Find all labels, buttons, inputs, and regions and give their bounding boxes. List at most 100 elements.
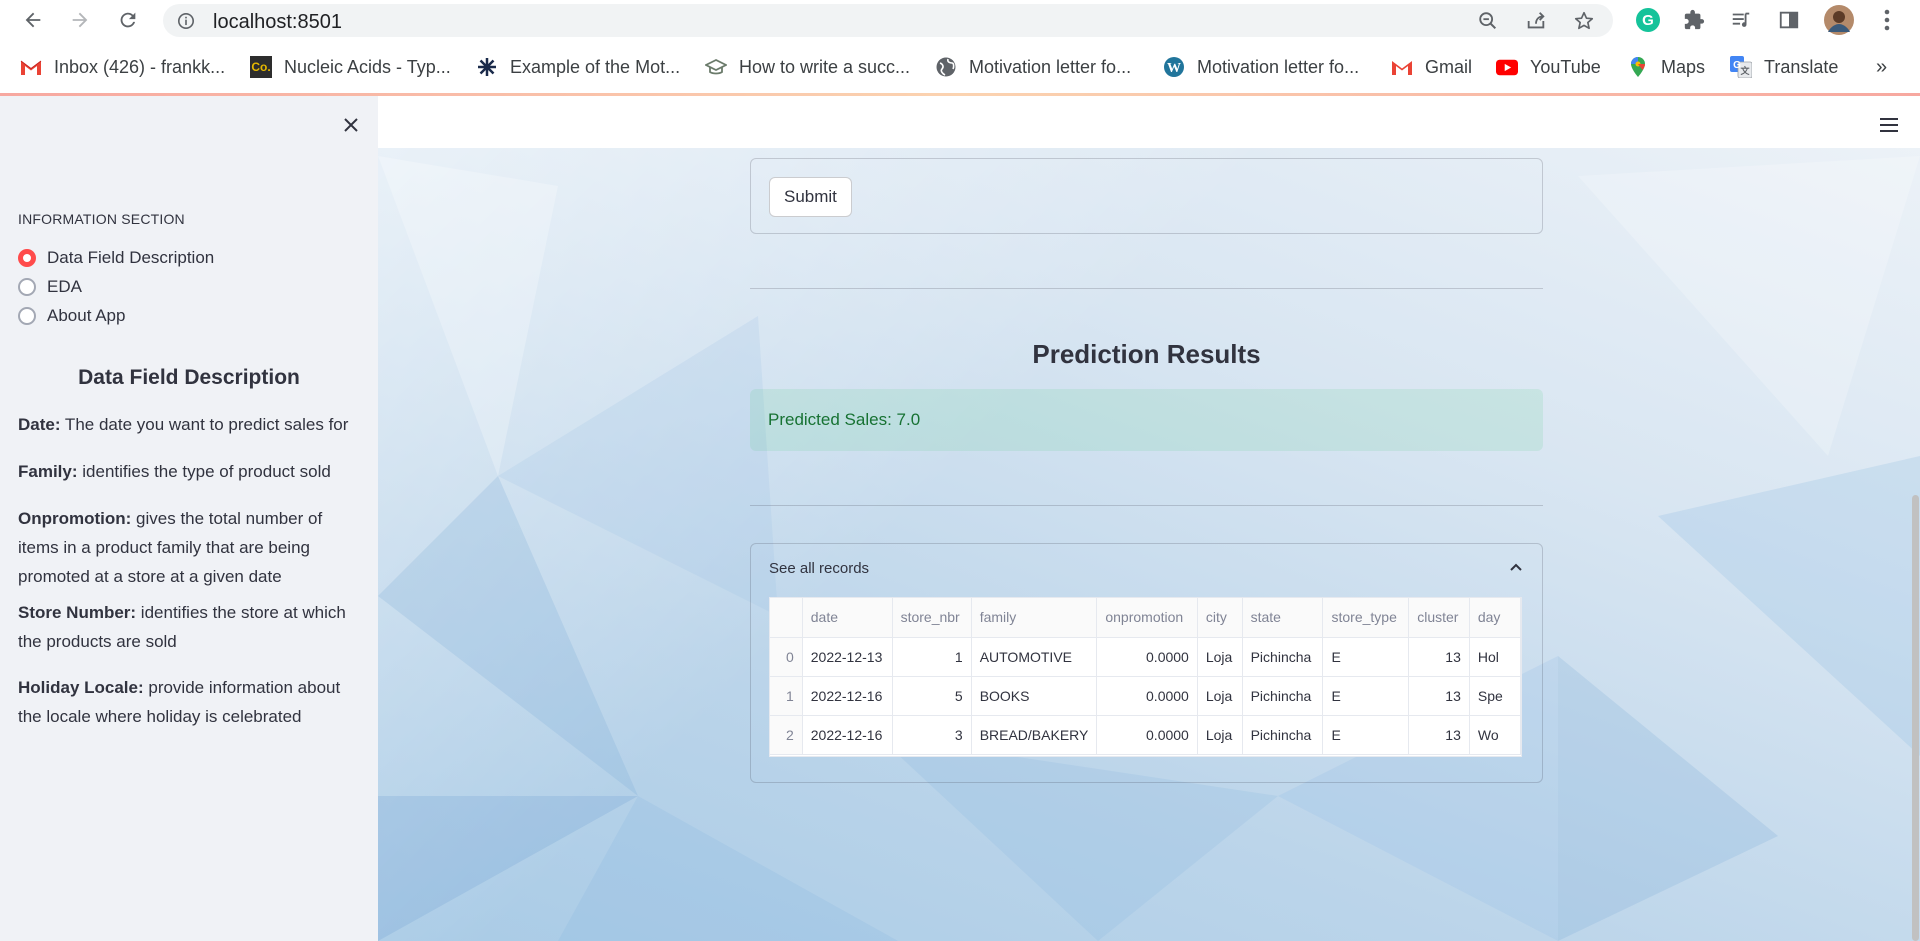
bookmark-motivation-letter-1[interactable]: Motivation letter fo... — [935, 53, 1131, 81]
column-header-onpromotion[interactable]: onpromotion — [1096, 598, 1198, 638]
table-cell[interactable]: Wo — [1469, 715, 1521, 755]
svg-text:G: G — [1642, 12, 1654, 29]
profile-avatar[interactable] — [1823, 4, 1855, 36]
table-cell[interactable]: 0.0000 — [1096, 715, 1198, 755]
address-bar[interactable]: localhost:8501 — [163, 4, 1613, 37]
table-cell[interactable]: BREAD/BAKERY — [971, 715, 1098, 755]
menu-kebab-icon[interactable] — [1874, 7, 1900, 33]
table-cell[interactable]: 2022-12-16 — [802, 676, 893, 716]
bookmark-how-to-write[interactable]: How to write a succ... — [705, 53, 910, 81]
expander-title[interactable]: See all records — [769, 560, 869, 577]
zoom-icon[interactable] — [1477, 10, 1499, 32]
table-cell[interactable]: 13 — [1408, 637, 1470, 677]
co-icon: Co. — [250, 56, 272, 78]
column-header-store-nbr[interactable]: store_nbr — [892, 598, 972, 638]
close-sidebar-icon[interactable] — [340, 114, 362, 136]
wordpress-icon: W — [1163, 56, 1185, 78]
chevron-up-icon[interactable] — [1509, 562, 1523, 572]
table-cell[interactable]: 13 — [1408, 715, 1470, 755]
bookmark-youtube[interactable]: YouTube — [1496, 53, 1601, 81]
table-cell[interactable]: Loja — [1197, 715, 1243, 755]
bookmark-label: How to write a succ... — [739, 56, 911, 77]
column-header-state[interactable]: state — [1242, 598, 1324, 638]
table-cell-index: 2 — [770, 715, 803, 755]
column-header-date[interactable]: date — [802, 598, 893, 638]
main-content: Submit Prediction Results Predicted Sale… — [378, 96, 1920, 941]
youtube-icon — [1496, 56, 1518, 78]
bookmark-maps[interactable]: Maps — [1627, 53, 1705, 81]
back-button[interactable] — [19, 6, 47, 34]
bookmark-motivation-letter-2[interactable]: W Motivation letter fo... — [1163, 53, 1359, 81]
column-header-store-type[interactable]: store_type — [1322, 598, 1410, 638]
radio-eda[interactable]: EDA — [18, 274, 82, 300]
table-cell[interactable]: E — [1322, 676, 1410, 716]
windmill-icon — [476, 56, 498, 78]
table-cell[interactable]: E — [1322, 637, 1410, 677]
field-name: Family: — [18, 462, 78, 481]
table-cell[interactable]: Pichincha — [1242, 637, 1324, 677]
table-cell[interactable]: 2022-12-16 — [802, 715, 893, 755]
table-cell[interactable]: 1 — [892, 637, 972, 677]
table-cell[interactable]: Hol — [1469, 637, 1521, 677]
reload-button[interactable] — [114, 6, 142, 34]
table-cell[interactable]: 0.0000 — [1096, 637, 1198, 677]
column-header-family[interactable]: family — [971, 598, 1098, 638]
radio-label: Data Field Description — [47, 248, 215, 267]
media-queue-icon[interactable] — [1728, 7, 1754, 33]
side-panel-icon[interactable] — [1776, 7, 1802, 33]
radio-about-app[interactable]: About App — [18, 303, 125, 329]
more-bookmarks-button[interactable]: » — [1876, 53, 1887, 81]
table-cell[interactable]: Pichincha — [1242, 715, 1324, 755]
star-icon[interactable] — [1573, 10, 1595, 32]
information-section-label: INFORMATION SECTION — [18, 211, 185, 227]
bookmark-label: Maps — [1661, 56, 1706, 77]
bookmark-label: Translate — [1764, 56, 1839, 77]
table-cell[interactable]: Spe — [1469, 676, 1521, 716]
table-header-row: date store_nbr family onpromotion city s… — [770, 598, 1521, 638]
submit-button[interactable]: Submit — [769, 177, 852, 217]
page-scrollbar[interactable] — [1912, 495, 1919, 941]
globe-icon — [935, 56, 957, 78]
radio-data-field-description[interactable]: Data Field Description — [18, 245, 214, 271]
table-cell[interactable]: 2022-12-13 — [802, 637, 893, 677]
table-cell[interactable]: E — [1322, 715, 1410, 755]
records-dataframe[interactable]: date store_nbr family onpromotion city s… — [769, 597, 1522, 757]
table-cell[interactable]: AUTOMOTIVE — [971, 637, 1098, 677]
grammarly-icon[interactable]: G — [1635, 7, 1661, 33]
column-header-day[interactable]: day — [1469, 598, 1521, 638]
field-name: Date: — [18, 415, 61, 434]
table-cell[interactable]: Pichincha — [1242, 676, 1324, 716]
bookmark-inbox[interactable]: Inbox (426) - frankk... — [20, 53, 225, 81]
prediction-form: Submit — [750, 158, 1543, 234]
table-cell[interactable]: 3 — [892, 715, 972, 755]
table-cell[interactable]: 13 — [1408, 676, 1470, 716]
gmail-icon — [1391, 56, 1413, 78]
extensions-icon[interactable] — [1681, 7, 1707, 33]
field-description-holiday-locale: Holiday Locale: provide information abou… — [18, 673, 358, 731]
radio-label: EDA — [47, 277, 82, 296]
bookmark-label: Motivation letter fo... — [969, 56, 1132, 77]
bookmark-translate[interactable]: G文 Translate — [1730, 53, 1838, 81]
bookmark-example-motivation[interactable]: Example of the Mot... — [476, 53, 680, 81]
table-cell-index: 1 — [770, 676, 803, 716]
table-cell[interactable]: 5 — [892, 676, 972, 716]
radio-label: About App — [47, 306, 126, 325]
url-text: localhost:8501 — [213, 11, 342, 33]
forward-button[interactable] — [66, 6, 94, 34]
share-icon[interactable] — [1525, 10, 1547, 32]
column-header-city[interactable]: city — [1197, 598, 1243, 638]
field-description-family: Family: identifies the type of product s… — [18, 457, 358, 486]
table-cell[interactable]: 0.0000 — [1096, 676, 1198, 716]
table-cell[interactable]: BOOKS — [971, 676, 1098, 716]
table-cell[interactable]: Loja — [1197, 676, 1243, 716]
column-header-cluster[interactable]: cluster — [1408, 598, 1470, 638]
hamburger-menu-icon[interactable] — [1880, 118, 1898, 132]
browser-toolbar: localhost:8501 G — [0, 0, 1920, 41]
field-name: Onpromotion: — [18, 509, 132, 528]
table-cell[interactable]: Loja — [1197, 637, 1243, 677]
reload-icon — [120, 12, 136, 28]
bookmark-gmail[interactable]: Gmail — [1391, 53, 1472, 81]
bookmark-nucleic-acids[interactable]: Co. Nucleic Acids - Typ... — [250, 53, 451, 81]
bookmark-label: Nucleic Acids - Typ... — [284, 56, 451, 77]
svg-text:文: 文 — [1739, 65, 1750, 77]
